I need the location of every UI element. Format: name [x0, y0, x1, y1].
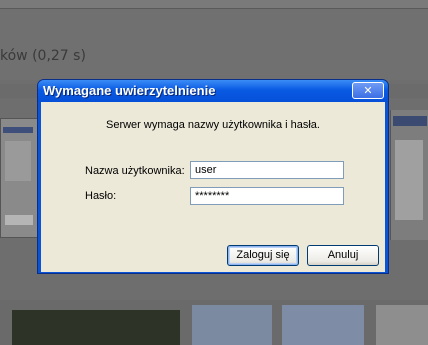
cancel-button[interactable]: Anuluj: [307, 245, 379, 266]
username-field[interactable]: user: [190, 161, 344, 179]
password-field[interactable]: ********: [190, 187, 344, 205]
dialog-message: Serwer wymaga nazwy użytkownika i hasła.: [106, 119, 320, 131]
dialog-body: Serwer wymaga nazwy użytkownika i hasła.…: [41, 102, 385, 272]
background-thumbnail: [192, 305, 272, 345]
dialog-title: Wymagane uwierzytelnienie: [43, 83, 216, 98]
background-page: [0, 0, 428, 80]
dialog-titlebar[interactable]: Wymagane uwierzytelnienie ✕: [38, 80, 388, 102]
login-button[interactable]: Zaloguj się: [227, 245, 299, 266]
close-icon: ✕: [363, 84, 373, 97]
background-thumbnail-left: [0, 118, 40, 238]
username-label: Nazwa użytkownika:: [85, 165, 185, 177]
auth-dialog: Wymagane uwierzytelnienie ✕ Serwer wymag…: [37, 79, 389, 274]
password-label: Hasło:: [85, 190, 117, 202]
background-status-text: ków (0,27 s): [0, 48, 86, 64]
background-thumbnail: [12, 310, 180, 345]
background-thumbnail: [282, 305, 364, 345]
background-thumbnail-right: [390, 110, 428, 240]
background-thumbnail: [376, 305, 428, 345]
background-toolbar: [0, 0, 428, 9]
close-button[interactable]: ✕: [352, 82, 384, 99]
